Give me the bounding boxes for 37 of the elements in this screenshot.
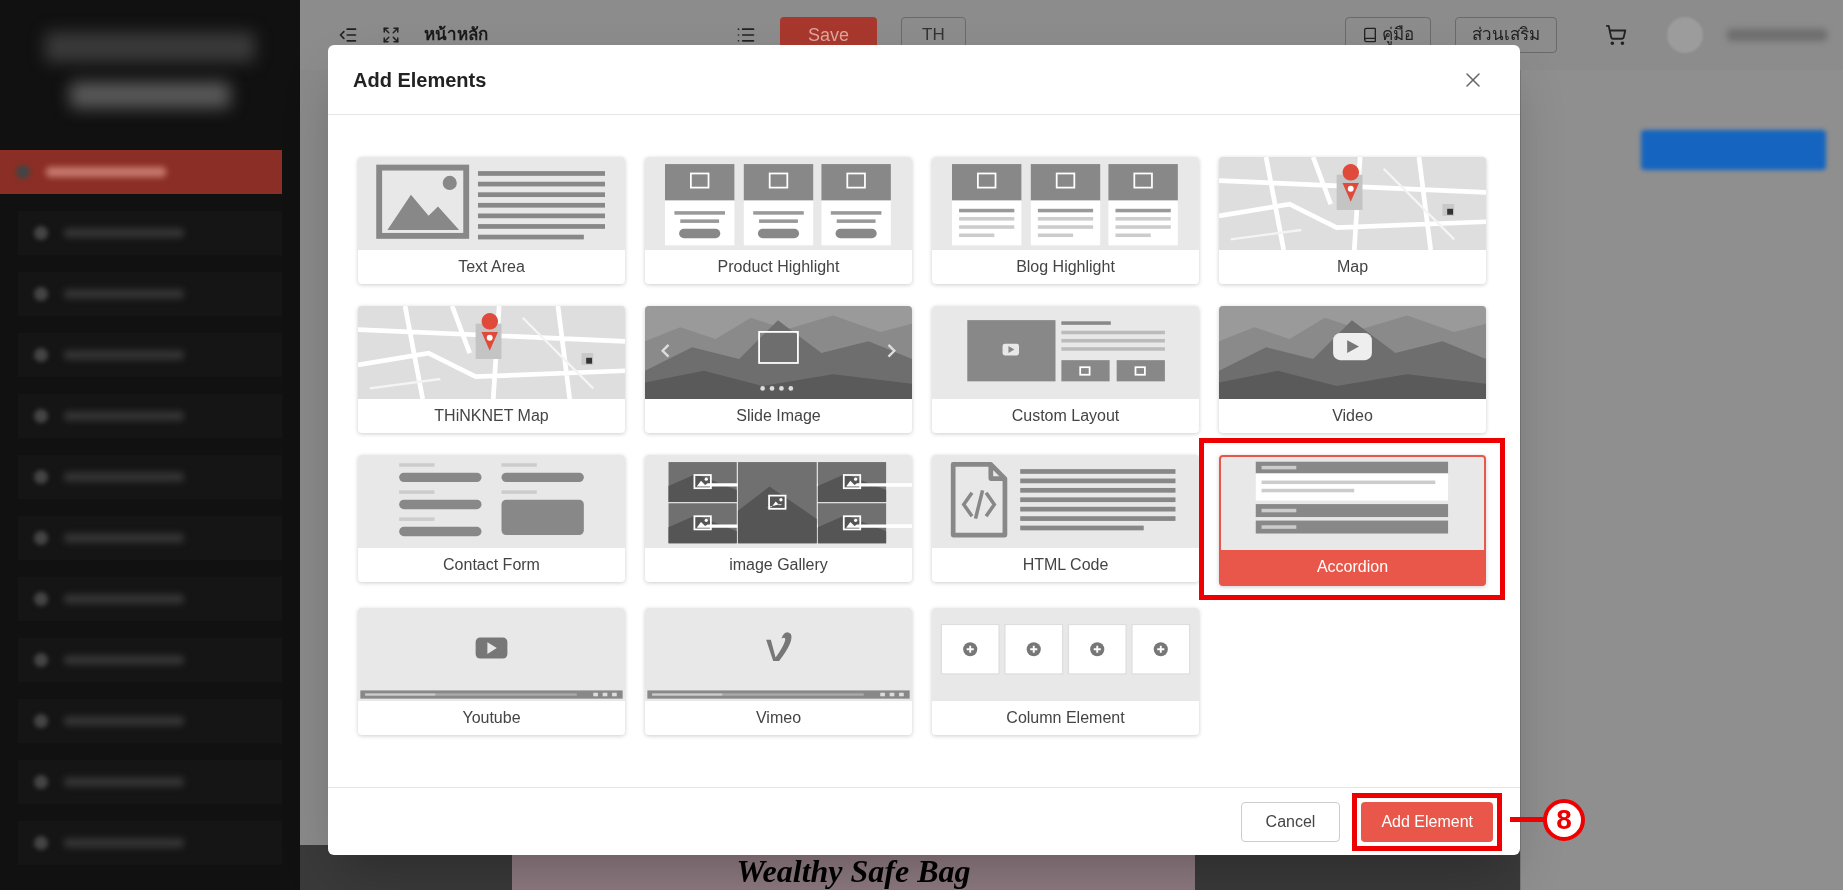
element-card[interactable]: Slide Image <box>645 306 912 433</box>
cancel-button[interactable]: Cancel <box>1240 801 1341 842</box>
sidebar-item[interactable] <box>18 638 282 682</box>
cart-icon[interactable] <box>1605 24 1627 46</box>
sidebar-item[interactable] <box>18 821 282 865</box>
banner-title: Wealthy Safe Bag <box>736 853 971 889</box>
sidebar-item[interactable] <box>18 333 282 377</box>
list-icon[interactable] <box>736 25 756 45</box>
book-icon <box>1362 27 1378 43</box>
page-title: หน้าหลัก <box>424 24 488 47</box>
sidebar-item[interactable] <box>18 211 282 255</box>
sidebar-item[interactable] <box>18 272 282 316</box>
dialog-title: Add Elements <box>353 67 487 93</box>
fullscreen-icon[interactable] <box>382 26 400 44</box>
element-card[interactable]: THiNKNET Map <box>358 306 625 433</box>
element-card[interactable]: Blog Highlight <box>932 157 1199 284</box>
element-card[interactable]: Product Highlight <box>645 157 912 284</box>
element-card[interactable]: Column Element <box>932 608 1199 735</box>
sidebar-item[interactable] <box>18 760 282 804</box>
element-card[interactable]: Text Area <box>358 157 625 284</box>
sidebar-item[interactable] <box>0 150 282 194</box>
element-card[interactable]: Video <box>1219 306 1486 433</box>
element-card[interactable]: Accordion <box>1219 455 1486 586</box>
element-card[interactable]: Youtube <box>358 608 625 735</box>
indent-icon[interactable] <box>338 25 358 45</box>
sidebar-item[interactable] <box>18 394 282 438</box>
element-card[interactable]: Vimeo <box>645 608 912 735</box>
element-card[interactable]: image Gallery <box>645 455 912 582</box>
element-card[interactable]: Custom Layout <box>932 306 1199 433</box>
element-card[interactable]: Map <box>1219 157 1486 284</box>
element-card[interactable]: HTML Code <box>932 455 1199 582</box>
sidebar-item[interactable] <box>18 516 282 560</box>
add-element-button[interactable]: Add Element <box>1361 801 1493 842</box>
sidebar-item[interactable] <box>18 577 282 621</box>
element-card[interactable]: Contact Form <box>358 455 625 582</box>
sidebar-item[interactable] <box>18 699 282 743</box>
sidebar-item[interactable] <box>18 455 282 499</box>
